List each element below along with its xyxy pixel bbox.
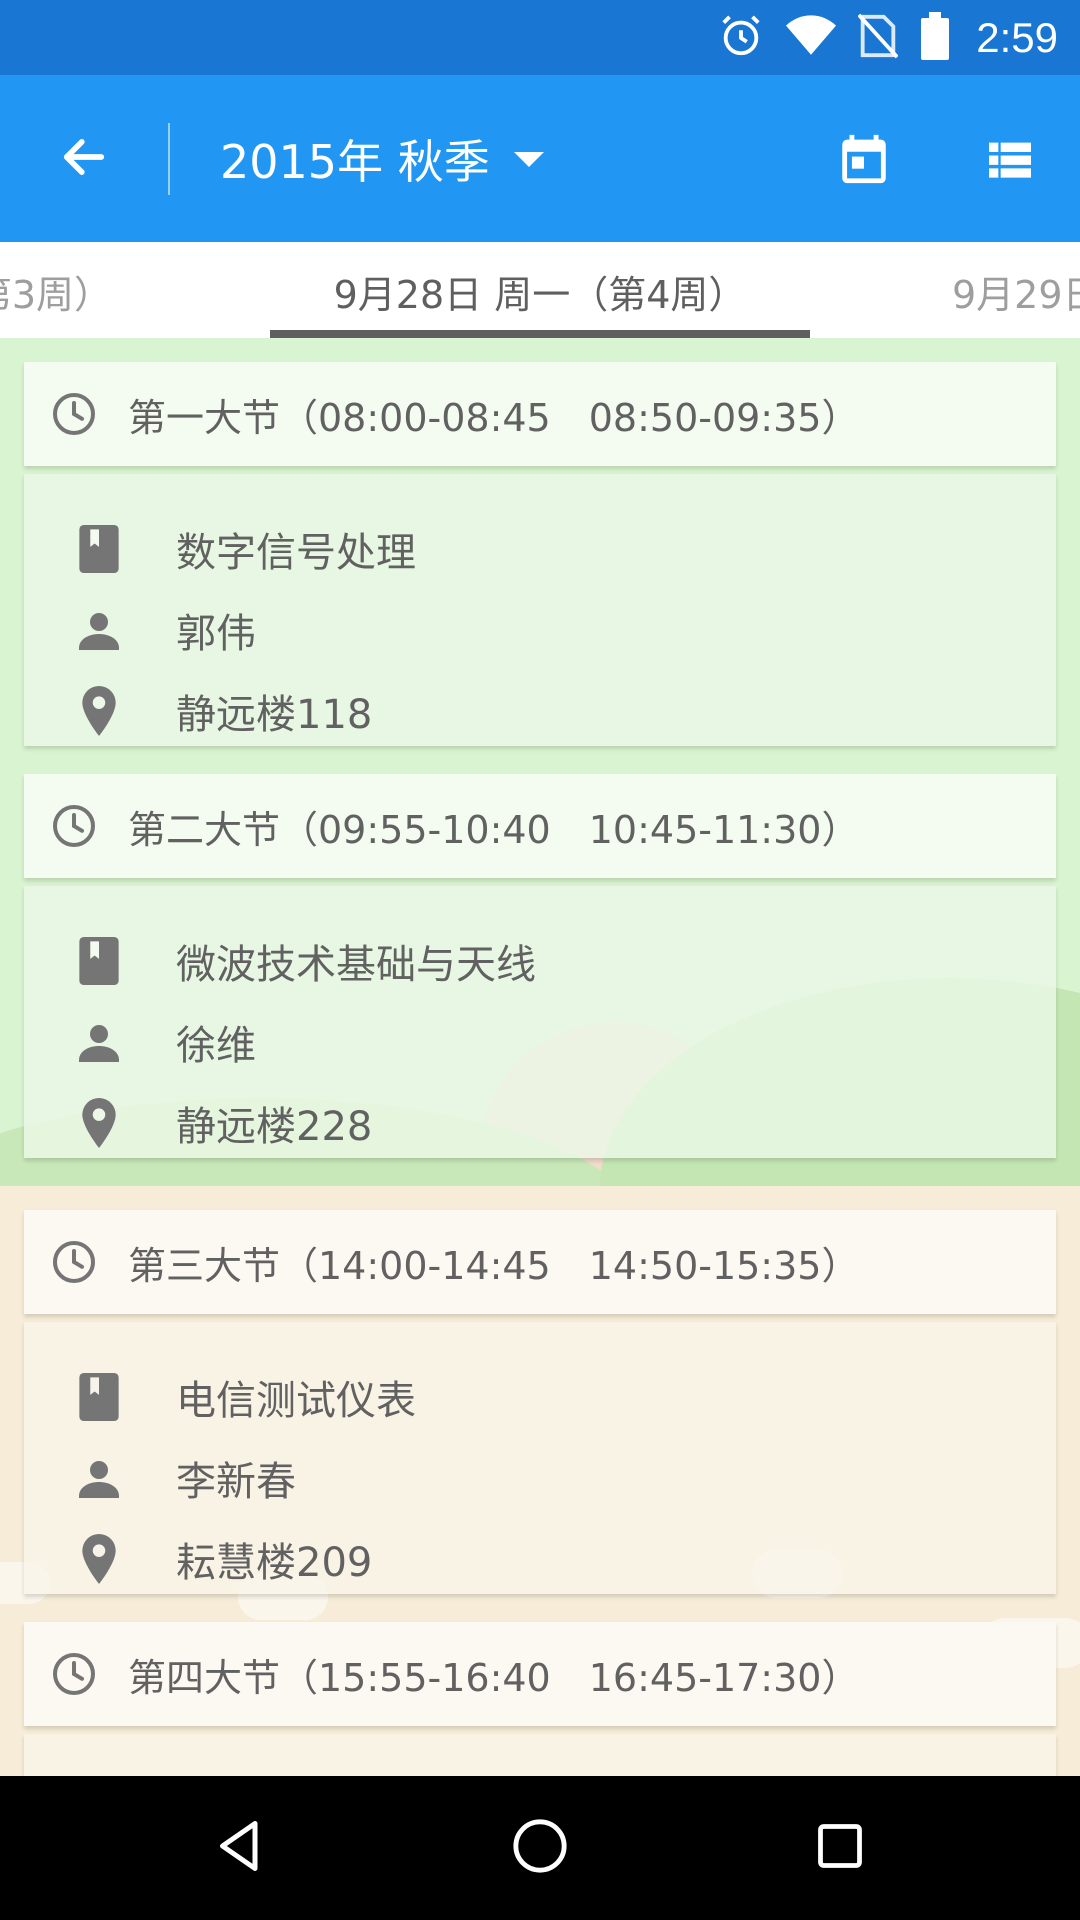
teacher-name: 郭伟 xyxy=(176,611,256,657)
app-bar-divider xyxy=(168,123,170,195)
period-header-1: 第一大节（08:00-08:45 08:50-09:35） xyxy=(24,362,1056,466)
period-header-2: 第二大节（09:55-10:40 10:45-11:30） xyxy=(24,774,1056,878)
course-name-row: 数字信号处理 xyxy=(24,514,1056,584)
course-card-4[interactable] xyxy=(24,1734,1056,1776)
term-selector[interactable]: 2015年 秋季 xyxy=(220,121,544,197)
clock-icon xyxy=(50,1238,98,1286)
period-header-3: 第三大节（14:00-14:45 14:50-15:35） xyxy=(24,1210,1056,1314)
course-name: 电信测试仪表 xyxy=(176,1378,416,1424)
period-header-4: 第四大节（15:55-16:40 16:45-17:30） xyxy=(24,1622,1056,1726)
course-card-2[interactable]: 微波技术基础与天线 徐维 静远楼228 xyxy=(24,886,1056,1158)
location-pin-icon xyxy=(72,1096,126,1150)
tab-next-day[interactable]: 9月29日 xyxy=(952,264,1080,319)
list-view-icon xyxy=(982,131,1038,191)
app-bar: 2015年 秋季 xyxy=(0,75,1080,242)
course-name-row: 微波技术基础与天线 xyxy=(24,926,1056,996)
day-tabs: 第3周） 9月28日 周一（第4周） 9月29日 xyxy=(0,242,1080,338)
tab-previous-day[interactable]: 第3周） xyxy=(0,264,112,319)
battery-icon xyxy=(920,11,950,64)
status-time: 2:59 xyxy=(976,13,1058,61)
home-circle-icon xyxy=(511,1817,569,1879)
clock-icon xyxy=(50,802,98,850)
person-icon xyxy=(72,1015,126,1069)
teacher-row: 郭伟 xyxy=(24,595,1056,665)
term-label: 2015年 秋季 xyxy=(220,135,490,189)
book-icon xyxy=(72,1370,126,1424)
teacher-row: 李新春 xyxy=(24,1443,1056,1513)
no-sim-icon xyxy=(857,13,899,63)
course-name: 微波技术基础与天线 xyxy=(176,942,536,988)
period-title: 第三大节（14:00-14:45 14:50-15:35） xyxy=(128,1243,860,1288)
book-icon xyxy=(72,522,126,576)
period-title: 第四大节（15:55-16:40 16:45-17:30） xyxy=(128,1655,860,1700)
clock-icon xyxy=(50,1650,98,1698)
status-icons: 2:59 xyxy=(718,10,1058,65)
location-pin-icon xyxy=(72,684,126,738)
course-card-3[interactable]: 电信测试仪表 李新春 耘慧楼209 xyxy=(24,1322,1056,1594)
recents-square-icon xyxy=(814,1820,866,1876)
alarm-icon xyxy=(718,13,764,63)
teacher-row: 徐维 xyxy=(24,1007,1056,1077)
location-pin-icon xyxy=(72,1532,126,1586)
nav-home-button[interactable] xyxy=(490,1798,590,1898)
location-name: 静远楼228 xyxy=(176,1104,373,1150)
location-row: 耘慧楼209 xyxy=(24,1524,1056,1594)
back-triangle-icon xyxy=(210,1816,270,1880)
list-view-button[interactable] xyxy=(970,121,1050,201)
book-icon xyxy=(72,934,126,988)
back-button[interactable] xyxy=(44,119,124,199)
course-card-1[interactable]: 数字信号处理 郭伟 静远楼118 xyxy=(24,474,1056,746)
dropdown-caret-icon xyxy=(513,151,544,167)
teacher-name: 李新春 xyxy=(176,1459,296,1505)
tab-indicator xyxy=(270,330,810,338)
calendar-icon xyxy=(835,130,893,192)
location-row: 静远楼118 xyxy=(24,676,1056,746)
course-name-row: 电信测试仪表 xyxy=(24,1362,1056,1432)
course-name: 数字信号处理 xyxy=(176,530,416,576)
back-arrow-icon xyxy=(58,131,110,187)
location-name: 耘慧楼209 xyxy=(176,1540,373,1586)
period-title: 第一大节（08:00-08:45 08:50-09:35） xyxy=(128,395,860,440)
tab-current-day[interactable]: 9月28日 周一（第4周） xyxy=(270,264,810,319)
person-icon xyxy=(72,603,126,657)
calendar-button[interactable] xyxy=(824,121,904,201)
status-bar: 2:59 xyxy=(0,0,1080,75)
wifi-icon xyxy=(786,13,837,63)
nav-recents-button[interactable] xyxy=(790,1798,890,1898)
schedule-list[interactable]: 第一大节（08:00-08:45 08:50-09:35） 数字信号处理 郭伟 … xyxy=(0,338,1080,1776)
person-icon xyxy=(72,1451,126,1505)
nav-back-button[interactable] xyxy=(190,1798,290,1898)
teacher-name: 徐维 xyxy=(176,1023,256,1069)
period-title: 第二大节（09:55-10:40 10:45-11:30） xyxy=(128,807,860,852)
navigation-bar xyxy=(0,1776,1080,1920)
location-name: 静远楼118 xyxy=(176,692,373,738)
clock-icon xyxy=(50,390,98,438)
location-row: 静远楼228 xyxy=(24,1088,1056,1158)
